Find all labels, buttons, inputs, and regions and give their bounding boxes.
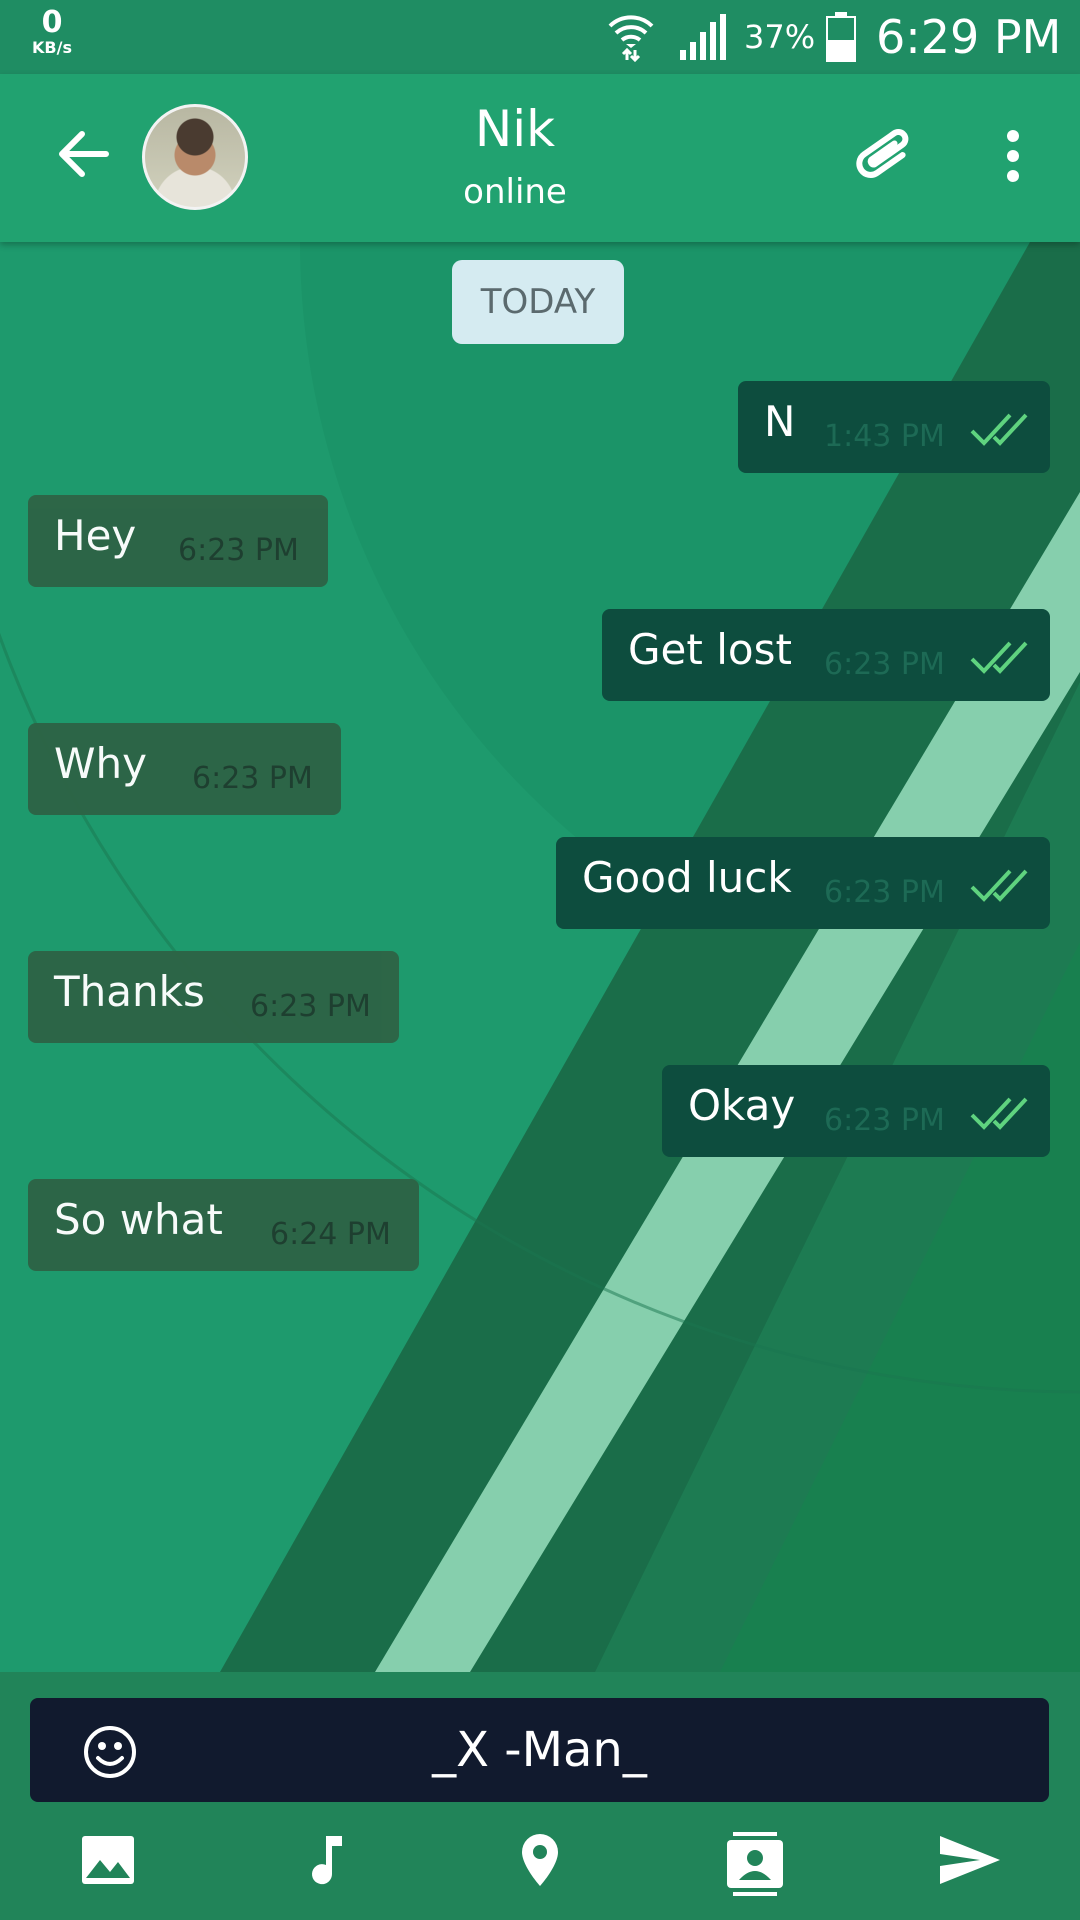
message-bubble-incoming[interactable]: So what 6:24 PM [28, 1179, 419, 1271]
double-check-icon [970, 641, 1028, 674]
overflow-menu-icon[interactable] [998, 126, 1028, 186]
back-arrow-icon[interactable] [54, 126, 110, 182]
message-composer: _X -Man_ [0, 1672, 1080, 1920]
message-bubble-outgoing[interactable]: Good luck 6:23 PM [556, 837, 1050, 929]
message-bubble-incoming[interactable]: Why 6:23 PM [28, 723, 341, 815]
message-bubble-incoming[interactable]: Thanks 6:23 PM [28, 951, 399, 1043]
message-time: 6:23 PM [192, 761, 313, 796]
message-text: Okay [688, 1081, 796, 1130]
double-check-icon [970, 869, 1028, 902]
message-text: Get lost [628, 625, 792, 674]
message-time: 1:43 PM [824, 419, 945, 454]
location-icon[interactable] [512, 1832, 568, 1888]
chat-area[interactable]: TODAY N 1:43 PM Hey 6:23 PM Get lost 6:2… [0, 242, 1080, 1672]
double-check-icon [970, 1097, 1028, 1130]
message-text: Why [54, 739, 148, 788]
message-input-text[interactable]: _X -Man_ [30, 1722, 1049, 1778]
message-bubble-outgoing[interactable]: Okay 6:23 PM [662, 1065, 1050, 1157]
contact-card-icon[interactable] [725, 1832, 785, 1896]
status-clock: 6:29 PM [876, 10, 1062, 64]
message-bubble-outgoing[interactable]: Get lost 6:23 PM [602, 609, 1050, 701]
network-speed: 0 KB/s [22, 8, 82, 56]
double-check-icon [970, 413, 1028, 446]
message-text: N [764, 397, 796, 446]
network-speed-value: 0 [41, 5, 63, 40]
avatar[interactable] [142, 104, 248, 210]
message-bubble-outgoing[interactable]: N 1:43 PM [738, 381, 1050, 473]
wifi-icon [608, 15, 654, 62]
chat-header: Nik online [0, 74, 1080, 242]
send-icon[interactable] [938, 1832, 1002, 1888]
message-time: 6:23 PM [824, 875, 945, 910]
gallery-icon[interactable] [80, 1832, 136, 1888]
message-time: 6:23 PM [250, 989, 371, 1024]
network-speed-unit: KB/s [32, 38, 72, 57]
message-text: So what [54, 1195, 223, 1244]
message-time: 6:24 PM [270, 1217, 391, 1252]
message-time: 6:23 PM [178, 533, 299, 568]
message-input[interactable]: _X -Man_ [30, 1698, 1049, 1802]
signal-icon [680, 14, 726, 60]
battery-icon [826, 12, 856, 62]
date-separator: TODAY [452, 260, 624, 344]
message-time: 6:23 PM [824, 647, 945, 682]
contact-status: online [463, 172, 567, 212]
message-text: Thanks [54, 967, 205, 1016]
message-time: 6:23 PM [824, 1103, 945, 1138]
music-icon[interactable] [296, 1832, 352, 1888]
paperclip-icon[interactable] [850, 122, 920, 192]
message-text: Good luck [582, 853, 792, 902]
message-bubble-incoming[interactable]: Hey 6:23 PM [28, 495, 328, 587]
status-bar: 0 KB/s 37% 6:29 PM [0, 0, 1080, 74]
battery-percent: 37% [744, 18, 816, 56]
message-text: Hey [54, 511, 137, 560]
contact-name[interactable]: Nik [380, 100, 650, 158]
